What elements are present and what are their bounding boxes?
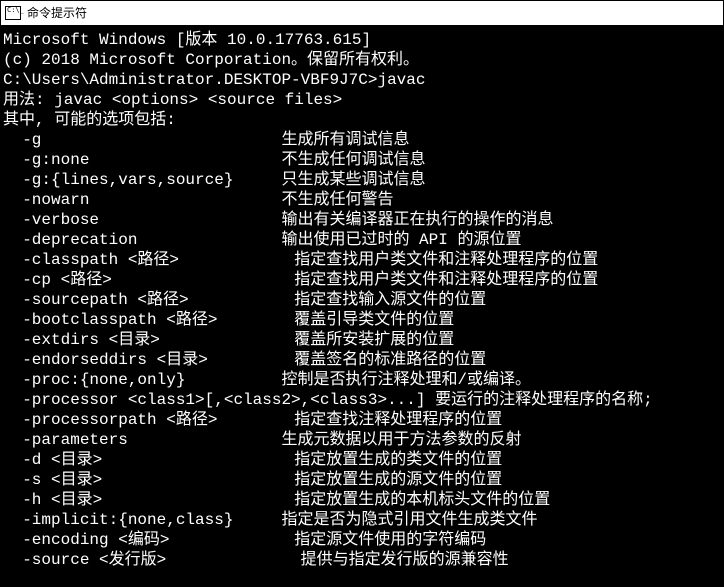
option-desc: 指定查找输入源文件的位置 bbox=[294, 290, 486, 310]
option-row: -deprecation 输出使用已过时的 API 的源位置 bbox=[3, 230, 721, 250]
option-desc: 不生成任何调试信息 bbox=[281, 150, 425, 170]
terminal-output[interactable]: Microsoft Windows [版本 10.0.17763.615](c)… bbox=[1, 26, 723, 586]
option-desc: 指定放置生成的本机标头文件的位置 bbox=[294, 490, 550, 510]
option-row: -extdirs <目录> 覆盖所安装扩展的位置 bbox=[3, 330, 721, 350]
titlebar[interactable]: 命令提示符 bbox=[1, 1, 723, 26]
option-row: -g:none 不生成任何调试信息 bbox=[3, 150, 721, 170]
option-row: -processorpath <路径> 指定查找注释处理程序的位置 bbox=[3, 410, 721, 430]
option-flag: -sourcepath <路径> bbox=[3, 290, 294, 310]
option-flag: -h <目录> bbox=[3, 490, 294, 510]
option-flag: -d <目录> bbox=[3, 450, 294, 470]
option-flag: -bootclasspath <路径> bbox=[3, 310, 294, 330]
option-row: -h <目录> 指定放置生成的本机标头文件的位置 bbox=[3, 490, 721, 510]
option-row: -source <发行版> 提供与指定发行版的源兼容性 bbox=[3, 550, 721, 570]
option-desc: 指定查找用户类文件和注释处理程序的位置 bbox=[294, 270, 598, 290]
option-desc: 不生成任何警告 bbox=[281, 190, 393, 210]
option-desc: 控制是否执行注释处理和/或编译。 bbox=[281, 370, 531, 390]
option-row: -endorseddirs <目录> 覆盖签名的标准路径的位置 bbox=[3, 350, 721, 370]
option-row: -d <目录> 指定放置生成的类文件的位置 bbox=[3, 450, 721, 470]
option-desc: 要运行的注释处理程序的名称; bbox=[435, 390, 653, 410]
window-title: 命令提示符 bbox=[27, 6, 87, 21]
option-desc: 指定源文件使用的字符编码 bbox=[294, 530, 486, 550]
option-desc: 指定查找用户类文件和注释处理程序的位置 bbox=[294, 250, 598, 270]
option-row: -g 生成所有调试信息 bbox=[3, 130, 721, 150]
option-flag: -cp <路径> bbox=[3, 270, 294, 290]
option-flag: -s <目录> bbox=[3, 470, 294, 490]
option-flag: -processorpath <路径> bbox=[3, 410, 294, 430]
option-desc: 生成元数据以用于方法参数的反射 bbox=[281, 430, 521, 450]
option-row: -verbose 输出有关编译器正在执行的操作的消息 bbox=[3, 210, 721, 230]
option-flag: -proc:{none,only} bbox=[3, 370, 281, 390]
option-flag: -g:{lines,vars,source} bbox=[3, 170, 281, 190]
option-row: -s <目录> 指定放置生成的源文件的位置 bbox=[3, 470, 721, 490]
option-desc: 指定是否为隐式引用文件生成类文件 bbox=[281, 510, 537, 530]
option-desc: 指定查找注释处理程序的位置 bbox=[294, 410, 502, 430]
option-row: -sourcepath <路径> 指定查找输入源文件的位置 bbox=[3, 290, 721, 310]
option-flag: -classpath <路径> bbox=[3, 250, 294, 270]
option-row: -cp <路径> 指定查找用户类文件和注释处理程序的位置 bbox=[3, 270, 721, 290]
option-row: -parameters 生成元数据以用于方法参数的反射 bbox=[3, 430, 721, 450]
option-row: -bootclasspath <路径> 覆盖引导类文件的位置 bbox=[3, 310, 721, 330]
copyright-line: (c) 2018 Microsoft Corporation。保留所有权利。 bbox=[3, 50, 721, 70]
version-line: Microsoft Windows [版本 10.0.17763.615] bbox=[3, 30, 721, 50]
cmd-window: 命令提示符 Microsoft Windows [版本 10.0.17763.6… bbox=[0, 0, 724, 587]
option-desc: 覆盖签名的标准路径的位置 bbox=[294, 350, 486, 370]
option-flag: -endorseddirs <目录> bbox=[3, 350, 294, 370]
usage-line: 用法: javac <options> <source files> bbox=[3, 90, 721, 110]
option-row: -g:{lines,vars,source} 只生成某些调试信息 bbox=[3, 170, 721, 190]
option-flag: -nowarn bbox=[3, 190, 281, 210]
option-desc: 覆盖引导类文件的位置 bbox=[294, 310, 454, 330]
option-flag: -parameters bbox=[3, 430, 281, 450]
option-row: -nowarn 不生成任何警告 bbox=[3, 190, 721, 210]
option-desc: 生成所有调试信息 bbox=[281, 130, 409, 150]
option-row: -proc:{none,only} 控制是否执行注释处理和/或编译。 bbox=[3, 370, 721, 390]
option-row: -encoding <编码> 指定源文件使用的字符编码 bbox=[3, 530, 721, 550]
option-flag: -source <发行版> bbox=[3, 550, 301, 570]
option-desc: 只生成某些调试信息 bbox=[281, 170, 425, 190]
prompt-line: C:\Users\Administrator.DESKTOP-VBF9J7C>j… bbox=[3, 70, 721, 90]
option-flag: -verbose bbox=[3, 210, 281, 230]
option-desc: 覆盖所安装扩展的位置 bbox=[294, 330, 454, 350]
option-desc: 提供与指定发行版的源兼容性 bbox=[301, 550, 509, 570]
option-row: -classpath <路径> 指定查找用户类文件和注释处理程序的位置 bbox=[3, 250, 721, 270]
cmd-icon bbox=[5, 6, 21, 20]
option-flag: -processor <class1>[,<class2>,<class3>..… bbox=[3, 390, 435, 410]
options-list: -g 生成所有调试信息 -g:none 不生成任何调试信息 -g:{lines,… bbox=[3, 130, 721, 570]
option-flag: -g:none bbox=[3, 150, 281, 170]
option-row: -processor <class1>[,<class2>,<class3>..… bbox=[3, 390, 721, 410]
option-desc: 输出使用已过时的 API 的源位置 bbox=[281, 230, 521, 250]
option-flag: -extdirs <目录> bbox=[3, 330, 294, 350]
option-desc: 输出有关编译器正在执行的操作的消息 bbox=[281, 210, 553, 230]
option-desc: 指定放置生成的类文件的位置 bbox=[294, 450, 502, 470]
option-flag: -deprecation bbox=[3, 230, 281, 250]
option-flag: -g bbox=[3, 130, 281, 150]
option-flag: -encoding <编码> bbox=[3, 530, 294, 550]
option-desc: 指定放置生成的源文件的位置 bbox=[294, 470, 502, 490]
option-flag: -implicit:{none,class} bbox=[3, 510, 281, 530]
option-row: -implicit:{none,class} 指定是否为隐式引用文件生成类文件 bbox=[3, 510, 721, 530]
where-line: 其中, 可能的选项包括: bbox=[3, 110, 721, 130]
